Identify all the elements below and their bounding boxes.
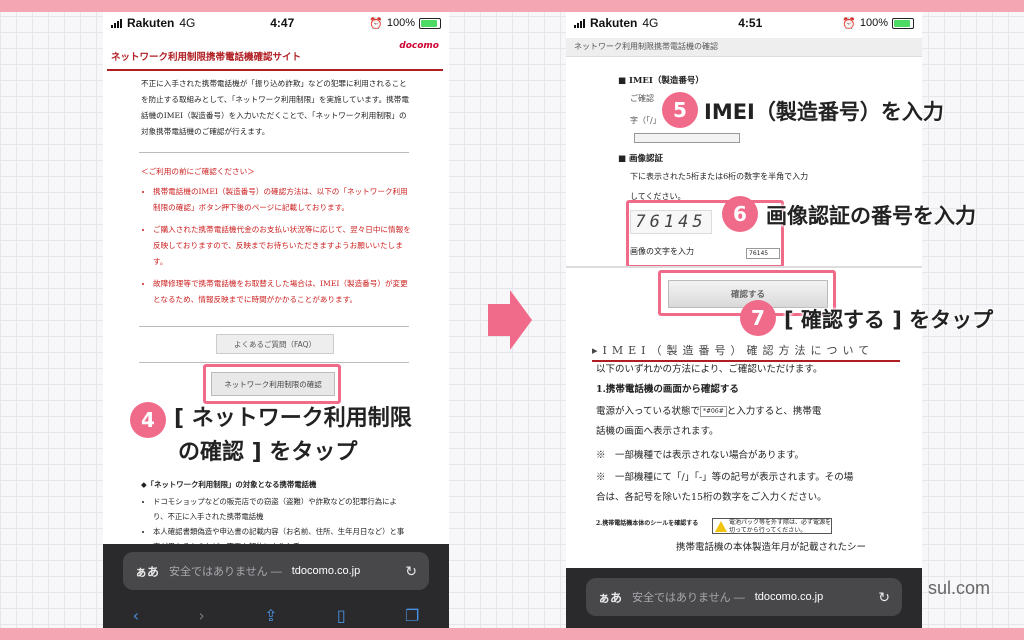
intro-text: 不正に入手された携帯電話機が「振り込め詐欺」などの犯罪に利用されることを防止する…	[141, 79, 409, 136]
note-item: 故障修理等で携帯電話機をお取替えした場合は、IMEI（製造番号）が変更となるため…	[153, 276, 411, 308]
step-6-badge: 6	[722, 196, 758, 232]
carrier: Rakuten	[590, 16, 638, 30]
domain: tdocomo.co.jp	[291, 565, 361, 577]
method-intro: 以下のいずれかの方法により、ご確認いただけます。	[596, 364, 823, 375]
forward-icon[interactable]: ›	[198, 606, 204, 625]
notes-heading: ＜ご利用の前にご確認ください＞	[141, 167, 255, 176]
method-1-title: 1.携帯電話機の画面から確認する	[596, 384, 739, 395]
security-warning: 安全ではありません —	[632, 592, 745, 604]
battery-percent: 100%	[859, 17, 888, 29]
imei-description: ご確認	[630, 94, 654, 103]
clock: 4:51	[738, 16, 763, 30]
list-heading: ◆「ネットワーク利用制限」の対象となる携帯電話機	[141, 480, 317, 489]
bookmarks-icon[interactable]: ▯	[337, 606, 346, 625]
top-band	[0, 0, 1024, 12]
faq-button[interactable]: よくあるご質問（FAQ）	[216, 334, 334, 354]
method-1-text-b: と入力すると、携帯電	[726, 406, 822, 417]
alarm-icon: ⏰	[369, 17, 383, 30]
reload-icon[interactable]: ↻	[878, 589, 890, 606]
divider	[139, 326, 409, 327]
step-4-label-line-2: の確認 ] をタップ	[178, 440, 358, 465]
site-watermark: sul.com	[927, 578, 990, 598]
note-item: ご購入された携帯電話機代金のお支払い状況等に応じて、翌々日中に情報を反映しており…	[153, 222, 411, 270]
domain: tdocomo.co.jp	[754, 591, 824, 603]
browser-toolbar: ‹ › ⇪ ▯ ❐	[103, 602, 449, 628]
divider	[139, 362, 409, 363]
alarm-icon: ⏰	[842, 17, 856, 30]
note-2: ※ 一部機種にて「/」「-」等の記号が表示されます。その場	[596, 472, 854, 483]
page-header: ネットワーク利用制限携帯電話機の確認	[566, 38, 922, 57]
imei-label: ■ IMEI（製造番号）	[618, 76, 704, 86]
battery-percent: 100%	[386, 17, 415, 29]
status-bar: Rakuten 4G 4:51 ⏰ 100%	[566, 12, 922, 34]
site-title: ネットワーク利用制限携帯電話機確認サイト	[111, 52, 302, 63]
step-5-label: IMEI（製造番号）を入力	[704, 100, 944, 124]
step-6-label: 画像認証の番号を入力	[766, 204, 976, 228]
warning-box: 電池パック等を外す際は、必ず電源を切ってから行ってください。	[712, 518, 832, 534]
divider	[566, 266, 922, 268]
imei-input[interactable]	[634, 133, 740, 143]
method-1-text: 電源が入っている状態で *#06# と入力すると、携帯電	[596, 402, 896, 422]
step-4-badge: 4	[130, 402, 166, 438]
signal-icon	[574, 18, 585, 28]
network: 4G	[179, 16, 196, 30]
address-bar[interactable]: ぁあ 安全ではありません — tdocomo.co.jp ↻	[586, 578, 902, 616]
step-7-badge: 7	[740, 300, 776, 336]
step-5-badge: 5	[662, 92, 698, 128]
docomo-logo[interactable]: docomo	[399, 41, 439, 51]
step-4-label-line-1: [ ネットワーク利用制限	[174, 406, 412, 431]
target-devices-list: ◆「ネットワーク利用制限」の対象となる携帯電話機 ドコモショップなどの販売店での…	[141, 477, 411, 554]
tabs-icon[interactable]: ❐	[405, 606, 419, 625]
bottom-band	[0, 628, 1024, 640]
method-2-text: 携帯電話機の本体製造年月が記載されたシー	[676, 542, 867, 553]
network: 4G	[642, 16, 659, 30]
notes-section: ＜ご利用の前にご確認ください＞ 携帯電話機のIMEI（製造番号）の確認方法は、以…	[141, 164, 411, 314]
back-icon[interactable]: ‹	[133, 606, 139, 625]
imei-method-title: ▸IMEI（製造番号）確認方法について	[592, 342, 900, 362]
divider	[139, 152, 409, 153]
site-header: ネットワーク利用制限携帯電話機確認サイト docomo	[107, 37, 443, 71]
note-1: ※ 一部機種では表示されない場合があります。	[596, 450, 805, 461]
browser-bottom-bar: ぁあ 安全ではありません — tdocomo.co.jp ↻ ‹ › ⇪ ▯ ❐	[103, 544, 449, 628]
next-arrow-icon	[488, 290, 532, 350]
text-size-button[interactable]: ぁあ	[135, 563, 159, 580]
method-1-text-a: 電源が入っている状態で	[596, 406, 701, 417]
note-2-continued: 合は、各記号を除いた15桁の数字をご入力ください。	[596, 492, 827, 503]
share-icon[interactable]: ⇪	[264, 606, 277, 625]
address-bar[interactable]: ぁあ 安全ではありません — tdocomo.co.jp ↻	[123, 552, 429, 590]
signal-icon	[111, 18, 122, 28]
captcha-instruction: 下に表示された5桁または6桁の数字を半角で入力	[630, 172, 809, 181]
phone-screenshot-1: Rakuten 4G 4:47 ⏰ 100% ネットワーク利用制限携帯電話機確認…	[103, 12, 449, 628]
browser-bottom-bar: ぁあ 安全ではありません — tdocomo.co.jp ↻	[566, 568, 922, 628]
step-7-label: [ 確認する ] をタップ	[784, 308, 994, 332]
battery-icon	[891, 17, 914, 29]
battery-icon	[418, 17, 441, 29]
captcha-label: ■ 画像認証	[618, 154, 663, 164]
clock: 4:47	[270, 16, 295, 30]
key-sequence: *#06#	[700, 406, 727, 417]
list-item: ドコモショップなどの販売店での窃盗（盗難）や詐欺などの犯罪行為により、不正に入手…	[153, 494, 411, 524]
carrier: Rakuten	[127, 16, 175, 30]
status-bar: Rakuten 4G 4:47 ⏰ 100%	[103, 12, 449, 34]
highlight-frame	[203, 364, 341, 404]
note-item: 携帯電話機のIMEI（製造番号）の確認方法は、以下の「ネットワーク利用制限の確認…	[153, 184, 411, 216]
imei-description: 字（「/」	[630, 116, 661, 125]
text-size-button[interactable]: ぁあ	[598, 589, 622, 606]
highlight-frame	[626, 200, 784, 268]
method-1-text-c: 話機の画面へ表示されます。	[596, 426, 719, 437]
reload-icon[interactable]: ↻	[405, 563, 417, 580]
security-warning: 安全ではありません —	[169, 566, 282, 578]
